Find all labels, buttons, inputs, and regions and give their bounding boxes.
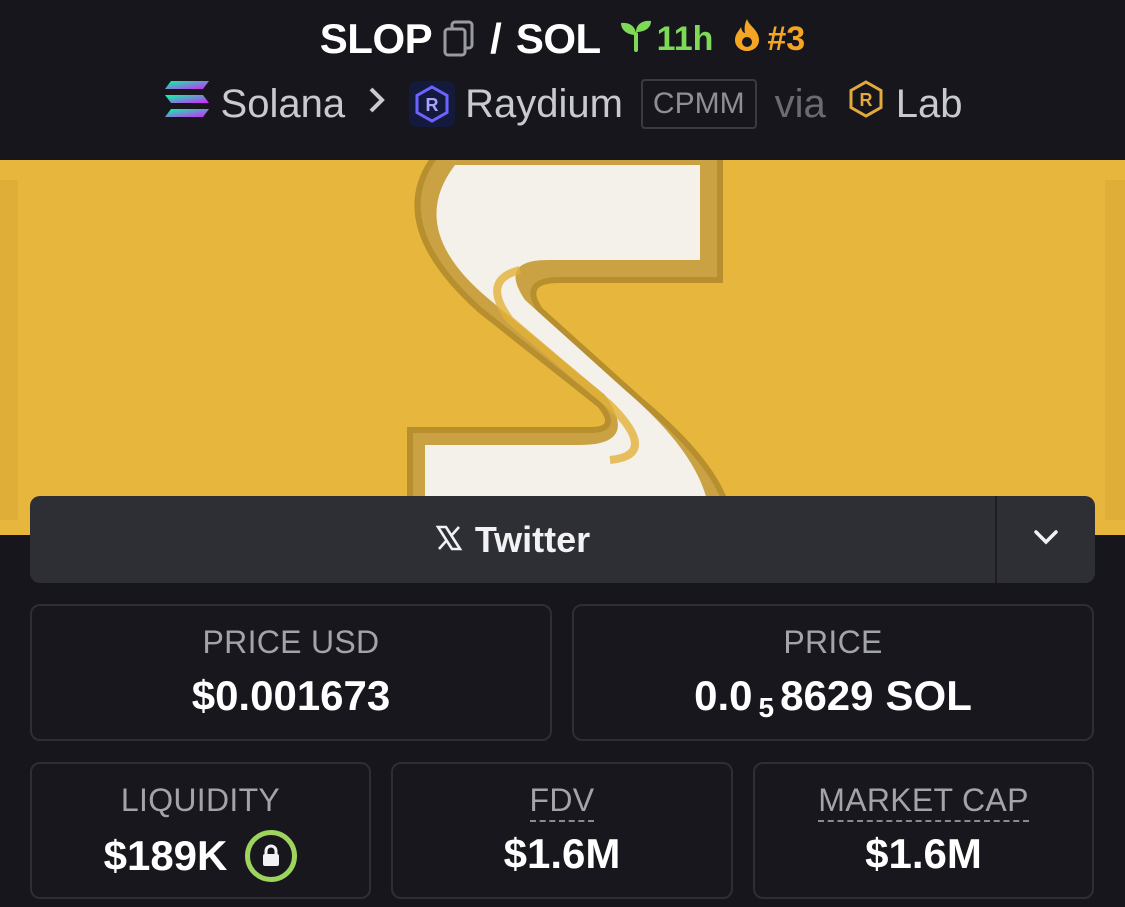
age-text: 11h: [656, 19, 714, 58]
market-cap-label-wrap[interactable]: MARKET CAP: [755, 782, 1092, 822]
fdv-label: FDV: [529, 782, 595, 822]
liquidity-value: $189K: [103, 832, 228, 879]
pair-header: SLOP / SOL 11h #3 Solana R Raydium CPMM …: [0, 0, 1125, 160]
price-sol-card: PRICE 0.0 5 8629 SOL: [572, 604, 1094, 741]
chain-breadcrumb: Solana R Raydium CPMM via R Lab: [0, 76, 1125, 132]
svg-text:R: R: [859, 90, 872, 110]
raydium-lab-logo: R: [846, 79, 886, 129]
price-unit: SOL: [885, 672, 972, 719]
price-usd-label: PRICE USD: [202, 624, 380, 660]
price-sol-value: 0.0 5 8629 SOL: [574, 672, 1092, 723]
trending-rank-badge[interactable]: #3: [731, 17, 805, 62]
launchpad-name: Lab: [895, 81, 963, 126]
rank-text: #3: [767, 19, 806, 58]
pool-type-tag: CPMM: [640, 79, 757, 129]
quote-symbol: SOL: [515, 15, 601, 62]
market-cap-value: $1.6M: [865, 830, 982, 877]
liquidity-card: LIQUIDITY $189K: [30, 762, 371, 899]
token-page: SLOP / SOL 11h #3 Solana R Raydium CPMM …: [0, 0, 1125, 907]
lock-icon[interactable]: [245, 830, 298, 882]
more-links-dropdown[interactable]: [997, 496, 1095, 583]
chain-name: Solana: [220, 81, 346, 126]
banner-s-logo: [0, 160, 1125, 535]
price-zero-count: 5: [758, 692, 775, 723]
fdv-value: $1.6M: [503, 830, 621, 877]
solana-logo: [163, 79, 211, 129]
price-usd-value: $0.001673: [191, 672, 391, 719]
chevron-down-icon: [1032, 528, 1060, 551]
market-cap-label: MARKET CAP: [818, 782, 1029, 822]
social-link-bar: Twitter: [30, 496, 1095, 583]
x-logo-icon: [435, 519, 463, 561]
pair-age-badge: 11h: [619, 18, 714, 61]
twitter-label: Twitter: [474, 518, 591, 560]
price-usd-card: PRICE USD $0.001673: [30, 604, 552, 741]
liquidity-value-row: $189K: [32, 830, 369, 882]
dex-link[interactable]: R Raydium: [409, 81, 623, 127]
price-digits: 8629: [780, 672, 874, 719]
token-banner-image: [0, 160, 1125, 535]
base-symbol: SLOP: [319, 15, 433, 62]
sprout-icon: [619, 18, 653, 61]
twitter-button[interactable]: Twitter: [30, 496, 995, 583]
raydium-logo: R: [409, 81, 456, 127]
pair-separator: /: [490, 15, 502, 62]
pair-title-row: SLOP / SOL 11h #3: [0, 12, 1125, 66]
svg-text:R: R: [426, 95, 439, 115]
price-sol-label: PRICE: [783, 624, 883, 660]
chain-link[interactable]: Solana: [163, 79, 346, 129]
via-label: via: [774, 81, 826, 126]
copy-icon[interactable]: [442, 20, 476, 58]
fdv-card: FDV $1.6M: [391, 762, 733, 899]
fdv-label-wrap[interactable]: FDV: [393, 782, 731, 822]
liquidity-label: LIQUIDITY: [120, 782, 281, 818]
flame-icon: [731, 17, 763, 62]
chevron-right-icon: [367, 85, 387, 124]
price-prefix: 0.0: [694, 672, 753, 719]
launchpad-link[interactable]: R Lab: [846, 79, 963, 129]
dex-name: Raydium: [465, 81, 623, 126]
market-cap-card: MARKET CAP $1.6M: [753, 762, 1094, 899]
